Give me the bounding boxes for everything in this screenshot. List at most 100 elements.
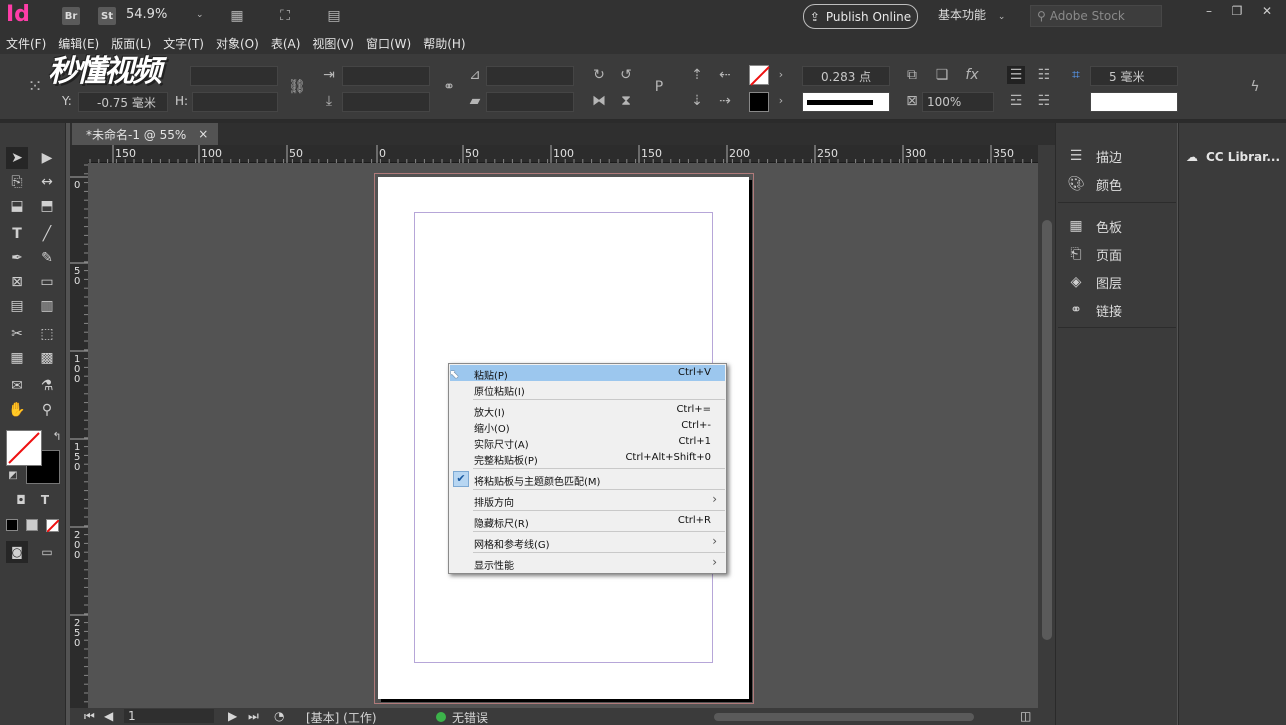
- minimize-icon[interactable]: –: [1198, 4, 1220, 22]
- gap-tool-icon[interactable]: ↔: [36, 171, 58, 193]
- align-center-icon[interactable]: ☷: [1035, 66, 1053, 84]
- pencil-tool-icon[interactable]: ✎: [36, 247, 58, 269]
- stock-search-input[interactable]: ⚲ Adobe Stock: [1030, 5, 1162, 27]
- select-content-icon[interactable]: ⇣: [688, 92, 706, 110]
- next-page-icon[interactable]: ▶: [228, 709, 237, 723]
- view-options-icon[interactable]: ▦: [228, 7, 246, 25]
- stroke-weight-input[interactable]: 0.283 点: [802, 66, 890, 86]
- page-number-field[interactable]: 1: [124, 709, 214, 723]
- content-collector-icon[interactable]: ⬓: [6, 195, 28, 217]
- document-tab[interactable]: *未命名-1 @ 55% ×: [72, 123, 218, 145]
- distribute-icon[interactable]: ☵: [1035, 92, 1053, 110]
- panel-links[interactable]: ⚭ 链接: [1066, 297, 1174, 323]
- shear-angle-input[interactable]: [486, 92, 574, 112]
- y-position-input[interactable]: -0.75 毫米: [78, 92, 168, 112]
- free-transform-tool-icon[interactable]: ⬚: [36, 323, 58, 345]
- select-container-icon[interactable]: ⇡: [688, 66, 706, 84]
- align-top-icon[interactable]: ☰: [1007, 66, 1025, 84]
- spacing-input[interactable]: 5 毫米: [1090, 66, 1178, 86]
- ctx-item-zoom-in[interactable]: 放大(I) Ctrl+=: [450, 402, 725, 419]
- panel-swatches[interactable]: ▦ 色板: [1066, 213, 1174, 239]
- restore-icon[interactable]: ❐: [1226, 4, 1248, 22]
- ctx-item-hide-rulers[interactable]: 隐藏标尺(R) Ctrl+R: [450, 513, 725, 530]
- preflight-status[interactable]: 无错误: [452, 709, 488, 725]
- apply-gradient-icon[interactable]: [26, 519, 38, 531]
- swap-colors-icon[interactable]: ↰: [46, 426, 68, 448]
- vertical-scroll-thumb[interactable]: [1042, 220, 1052, 640]
- horizontal-scroll-thumb[interactable]: [714, 713, 974, 721]
- open-page-icon[interactable]: ◔: [274, 709, 284, 723]
- apply-color-icon[interactable]: [6, 519, 18, 531]
- normal-view-icon[interactable]: ◙: [6, 541, 28, 563]
- select-previous-icon[interactable]: ⇠: [716, 66, 734, 84]
- stroke-type-select[interactable]: [802, 92, 890, 112]
- content-placer-icon[interactable]: ⬒: [36, 195, 58, 217]
- gradient-feather-tool-icon[interactable]: ▩: [36, 347, 58, 369]
- fill-swatch[interactable]: [749, 65, 770, 86]
- rectangle-tool-icon[interactable]: ▭: [36, 271, 58, 293]
- workspace-switcher[interactable]: 基本功能 ⌄: [938, 6, 1018, 26]
- menu-window[interactable]: 窗口(W): [360, 32, 417, 54]
- ctx-item-grids-guides[interactable]: 网格和参考线(G) ›: [450, 534, 725, 551]
- frame-fitting-icon[interactable]: ⧉: [903, 66, 921, 84]
- ctx-item-display-performance[interactable]: 显示性能 ›: [450, 555, 725, 572]
- rotate-counterclockwise-icon[interactable]: ↺: [617, 66, 635, 84]
- ctx-item-entire-pasteboard[interactable]: 完整粘贴板(P) Ctrl+Alt+Shift+0: [450, 450, 725, 467]
- ruler-origin[interactable]: [70, 145, 88, 163]
- vertical-grid-tool-icon[interactable]: ▥: [36, 295, 58, 317]
- panel-pages[interactable]: ⎗ 页面: [1066, 241, 1174, 267]
- direct-selection-tool-icon[interactable]: ▶: [36, 147, 58, 169]
- type-tool-icon[interactable]: T: [6, 223, 28, 245]
- opacity-input[interactable]: 100%: [922, 92, 994, 112]
- bridge-button[interactable]: Br: [62, 7, 80, 25]
- align-bottom-icon[interactable]: ☲: [1007, 92, 1025, 110]
- last-page-icon[interactable]: ⏭: [248, 709, 259, 724]
- constrain-proportions-icon[interactable]: ⚭: [440, 78, 458, 96]
- select-next-icon[interactable]: ⇢: [716, 92, 734, 110]
- panel-cc-libraries[interactable]: ☁ CC Librar...: [1186, 144, 1286, 170]
- ctx-item-match-pasteboard-theme[interactable]: ✔ 将粘贴板与主题颜色匹配(M): [450, 471, 725, 488]
- screen-mode-icon[interactable]: ⛶: [276, 7, 294, 25]
- link-icon[interactable]: ⛓: [288, 78, 306, 96]
- formatting-container-icon[interactable]: ◘: [10, 489, 32, 511]
- ctx-item-paste-in-place[interactable]: 原位粘贴(I): [450, 381, 725, 398]
- note-tool-icon[interactable]: ✉: [6, 375, 28, 397]
- screen-mode-tool-icon[interactable]: ▭: [36, 541, 58, 563]
- ctx-item-paste[interactable]: 粘贴(P) Ctrl+V: [450, 365, 725, 382]
- line-tool-icon[interactable]: ╱: [36, 223, 58, 245]
- close-window-icon[interactable]: ✕: [1256, 4, 1278, 22]
- flip-vertical-icon[interactable]: ⧗: [617, 92, 635, 110]
- gradient-swatch-tool-icon[interactable]: ▦: [6, 347, 28, 369]
- flip-horizontal-icon[interactable]: ⧓: [590, 92, 608, 110]
- stock-button[interactable]: St: [98, 7, 116, 25]
- auto-fit-icon[interactable]: ⌗: [1067, 66, 1085, 84]
- panel-stroke[interactable]: ☰ 描边: [1066, 143, 1174, 169]
- rotate-clockwise-icon[interactable]: ↻: [590, 66, 608, 84]
- chevron-down-icon[interactable]: ⌄: [196, 10, 204, 20]
- vertical-ruler[interactable]: 0 50 100 150 200 250: [70, 163, 88, 708]
- horizontal-grid-tool-icon[interactable]: ▤: [6, 295, 28, 317]
- previous-page-icon[interactable]: ◀: [104, 709, 113, 723]
- paragraph-icon[interactable]: P: [650, 78, 668, 96]
- height-input[interactable]: [192, 92, 278, 112]
- horizontal-ruler[interactable]: 150 100 50 0 50 100 150 200 250 300 350: [88, 145, 1038, 163]
- master-preflight-profile[interactable]: [基本] (工作): [306, 709, 377, 725]
- first-page-icon[interactable]: ⏮: [84, 709, 95, 724]
- scale-y-input[interactable]: [342, 92, 430, 112]
- close-tab-icon[interactable]: ×: [198, 127, 208, 141]
- menu-view[interactable]: 视图(V): [306, 32, 360, 54]
- rotation-angle-input[interactable]: [486, 66, 574, 86]
- menu-help[interactable]: 帮助(H): [417, 32, 471, 54]
- ctx-item-page-direction[interactable]: 排版方向 ›: [450, 492, 725, 509]
- apply-none-icon[interactable]: [46, 519, 60, 533]
- stroke-swatch[interactable]: [749, 92, 769, 112]
- rectangle-frame-tool-icon[interactable]: ⊠: [6, 271, 28, 293]
- scissors-tool-icon[interactable]: ✂: [6, 323, 28, 345]
- zoom-tool-icon[interactable]: ⚲: [36, 399, 58, 421]
- chevron-right-icon[interactable]: ›: [772, 92, 790, 110]
- panel-color[interactable]: 🎨︎ 颜色: [1066, 171, 1174, 197]
- chevron-right-icon[interactable]: ›: [772, 66, 790, 84]
- page-tool-icon[interactable]: ⎘: [6, 171, 28, 193]
- style-select[interactable]: [1090, 92, 1178, 112]
- drop-shadow-icon[interactable]: ❏: [933, 66, 951, 84]
